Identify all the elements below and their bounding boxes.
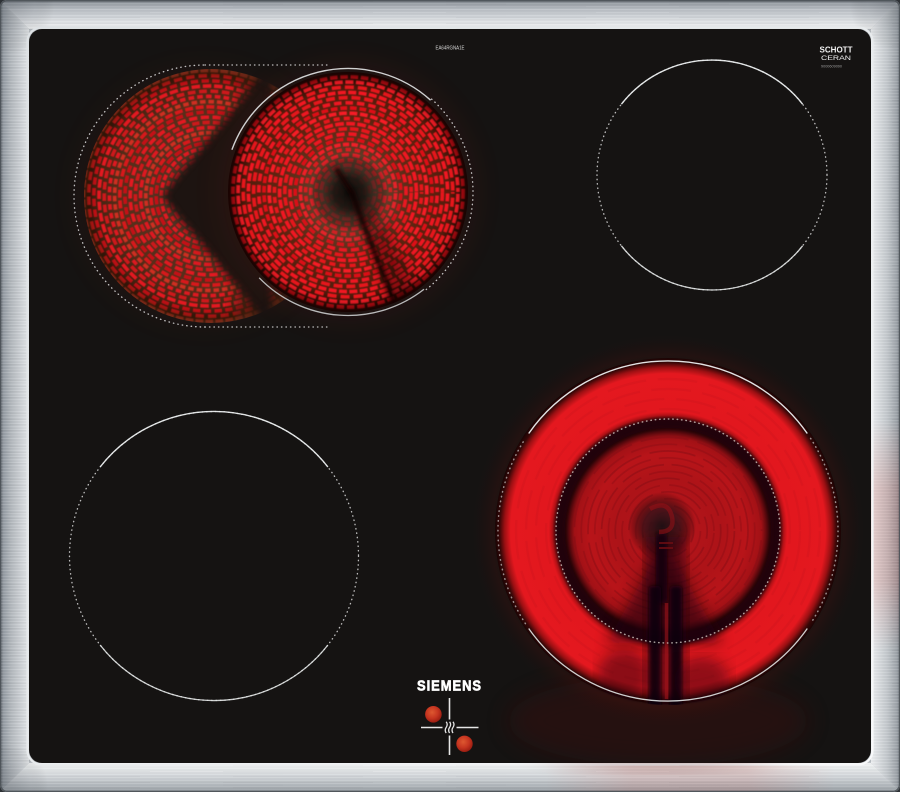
svg-text:SCHOTT: SCHOTT <box>820 45 854 55</box>
svg-text:9000609090: 9000609090 <box>821 64 842 68</box>
svg-text:CERAN: CERAN <box>821 55 851 62</box>
svg-text:EA64RGNA1E: EA64RGNA1E <box>436 46 465 52</box>
svg-text:SIEMENS: SIEMENS <box>417 679 482 695</box>
